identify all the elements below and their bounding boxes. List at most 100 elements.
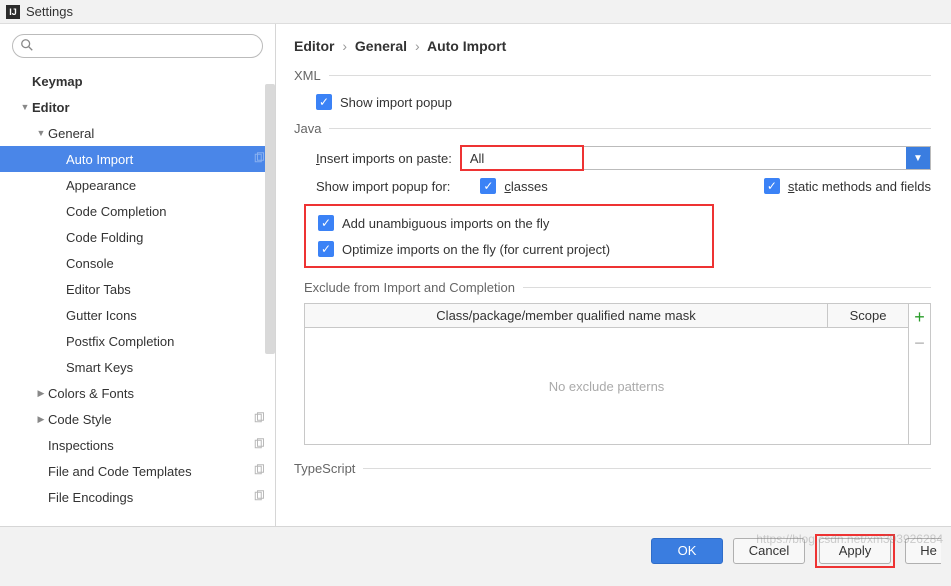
tree-item-code-style[interactable]: Code Style (0, 406, 275, 432)
exclude-table-header: Class/package/member qualified name mask… (305, 304, 908, 328)
titlebar: IJ Settings (0, 0, 951, 24)
tree-item-colors-fonts[interactable]: Colors & Fonts (0, 380, 275, 406)
tree-item-label: Code Folding (66, 230, 267, 245)
cancel-button-label: Cancel (749, 543, 789, 558)
tree-item-label: Smart Keys (66, 360, 267, 375)
java-group: Java IInsert imports on paste:nsert impo… (294, 121, 931, 476)
tree-item-label: Keymap (32, 74, 267, 89)
divider (329, 128, 931, 129)
chevron-down-icon[interactable]: ▼ (906, 147, 930, 169)
apply-button[interactable]: Apply (819, 538, 891, 564)
xml-show-popup-label: Show import popup (340, 95, 452, 110)
sidebar-scrollbar[interactable] (265, 84, 275, 354)
insert-imports-value: All (462, 151, 582, 166)
app-icon: IJ (6, 5, 20, 19)
settings-tree[interactable]: Keymap Editor General Auto Import Appearance… (0, 68, 275, 526)
insert-imports-select[interactable]: All (462, 147, 582, 169)
tree-item-label: Inspections (48, 438, 253, 453)
tree-arrow-icon[interactable] (34, 128, 48, 139)
insert-imports-select-ext[interactable]: ▼ (584, 146, 931, 170)
tree-arrow-icon[interactable] (34, 388, 48, 399)
exclude-col-mask[interactable]: Class/package/member qualified name mask (305, 304, 828, 327)
insert-imports-row: IInsert imports on paste:nsert imports o… (316, 144, 931, 172)
on-the-fly-highlight: Add unambiguous imports on the fly Optim… (304, 204, 714, 268)
search-box (12, 34, 263, 58)
tree-item-editor[interactable]: Editor (0, 94, 275, 120)
project-scope-icon (253, 464, 267, 478)
tree-item-smart-keys[interactable]: Smart Keys (0, 354, 275, 380)
tree-item-label: Gutter Icons (66, 308, 267, 323)
tree-item-label: Editor Tabs (66, 282, 267, 297)
insert-imports-label: IInsert imports on paste:nsert imports o… (316, 151, 452, 166)
show-popup-for-row: Show import popup for: classes static me… (316, 178, 931, 194)
classes-option[interactable]: classes (480, 178, 547, 194)
divider (329, 75, 931, 76)
exclude-title: Exclude from Import and Completion (304, 280, 515, 295)
exclude-col-scope[interactable]: Scope (828, 304, 908, 327)
divider (363, 468, 931, 469)
search-icon (20, 38, 34, 52)
tree-item-label: Colors & Fonts (48, 386, 267, 401)
help-button[interactable]: He (905, 538, 941, 564)
tree-item-keymap[interactable]: Keymap (0, 68, 275, 94)
tree-item-label: General (48, 126, 267, 141)
apply-highlight: Apply (815, 534, 895, 568)
project-scope-icon (253, 490, 267, 504)
java-group-header: Java (294, 121, 931, 136)
apply-button-label: Apply (839, 543, 872, 558)
tree-item-gutter-icons[interactable]: Gutter Icons (0, 302, 275, 328)
divider (523, 287, 931, 288)
xml-group-header: XML (294, 68, 931, 83)
breadcrumb: Editor › General › Auto Import (294, 38, 931, 54)
exclude-table-body[interactable]: Class/package/member qualified name mask… (304, 303, 909, 445)
optimize-imports-row[interactable]: Optimize imports on the fly (for current… (318, 238, 712, 260)
tree-arrow-icon[interactable] (18, 102, 32, 113)
tree-item-postfix-completion[interactable]: Postfix Completion (0, 328, 275, 354)
breadcrumb-editor[interactable]: Editor (294, 38, 334, 54)
breadcrumb-general[interactable]: General (355, 38, 407, 54)
insert-imports-highlight: All (460, 145, 584, 171)
search-input[interactable] (12, 34, 263, 58)
cancel-button[interactable]: Cancel (733, 538, 805, 564)
tree-arrow-icon[interactable] (34, 414, 48, 425)
classes-label: classes (504, 179, 547, 194)
show-popup-for-label: Show import popup for: (316, 179, 450, 194)
tree-item-console[interactable]: Console (0, 250, 275, 276)
tree-item-file-and-code-templates[interactable]: File and Code Templates (0, 458, 275, 484)
project-scope-icon (253, 438, 267, 452)
sidebar: Keymap Editor General Auto Import Appearance… (0, 24, 276, 526)
tree-item-code-completion[interactable]: Code Completion (0, 198, 275, 224)
breadcrumb-auto-import: Auto Import (427, 38, 506, 54)
tree-item-auto-import[interactable]: Auto Import (0, 146, 275, 172)
tree-item-file-encodings[interactable]: File Encodings (0, 484, 275, 510)
chevron-right-icon: › (342, 38, 347, 54)
tree-item-label: Auto Import (66, 152, 253, 167)
ok-button[interactable]: OK (651, 538, 723, 564)
help-button-label: He (920, 543, 937, 558)
tree-item-label: Console (66, 256, 267, 271)
exclude-header: Exclude from Import and Completion (304, 280, 931, 295)
exclude-side-buttons: + − (909, 303, 931, 445)
add-icon[interactable]: + (909, 304, 930, 330)
tree-item-code-folding[interactable]: Code Folding (0, 224, 275, 250)
tree-item-editor-tabs[interactable]: Editor Tabs (0, 276, 275, 302)
tree-item-appearance[interactable]: Appearance (0, 172, 275, 198)
tree-item-inspections[interactable]: Inspections (0, 432, 275, 458)
chevron-right-icon: › (415, 38, 420, 54)
main-panel: Editor › General › Auto Import XML Show … (276, 24, 951, 526)
static-checkbox[interactable] (764, 178, 780, 194)
tree-item-label: Appearance (66, 178, 267, 193)
xml-group-title: XML (294, 68, 321, 83)
tree-item-label: Editor (32, 100, 267, 115)
xml-show-popup-row[interactable]: Show import popup (316, 91, 931, 113)
add-unambiguous-checkbox[interactable] (318, 215, 334, 231)
tree-item-general[interactable]: General (0, 120, 275, 146)
optimize-imports-checkbox[interactable] (318, 241, 334, 257)
xml-show-popup-checkbox[interactable] (316, 94, 332, 110)
add-unambiguous-row[interactable]: Add unambiguous imports on the fly (318, 212, 712, 234)
exclude-table: Class/package/member qualified name mask… (304, 303, 931, 445)
dialog-footer: OK Cancel Apply He (0, 526, 951, 574)
static-option[interactable]: static methods and fields (764, 178, 931, 194)
classes-checkbox[interactable] (480, 178, 496, 194)
remove-icon[interactable]: − (909, 330, 930, 356)
